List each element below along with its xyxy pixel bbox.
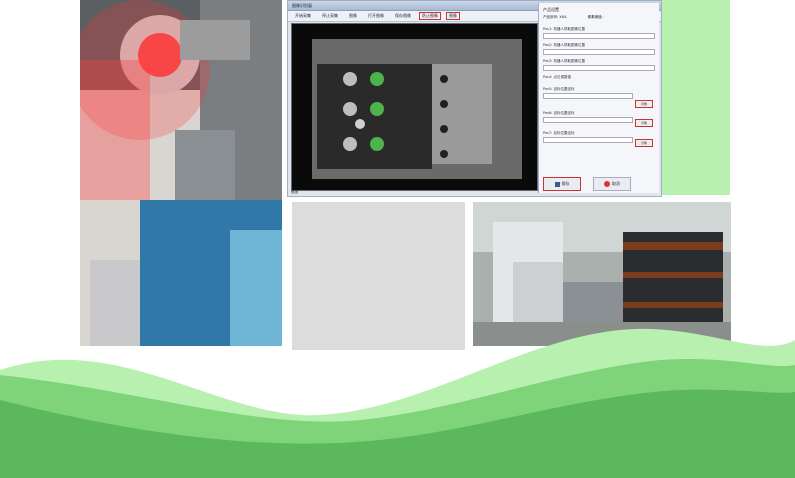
protect-image-button[interactable]: 防止图像 <box>419 12 441 20</box>
machine-photo-art <box>80 0 282 346</box>
product-row: 产品序列: XXA 像素阈值: <box>543 15 603 20</box>
field-pos4: Pos4: 点位调整值 <box>543 75 655 80</box>
field-label: Pos2: 机器人抓取图像位置 <box>543 43 585 47</box>
image-mode-button[interactable]: 图像 <box>446 12 460 20</box>
inspection-app-window: 图像识别窗 开始采集 停止采集 图像 打开图像 保存图像 防止图像 图像 产品设… <box>287 0 662 197</box>
field-label: Pos7: 目标位置坐标 <box>543 131 575 135</box>
camera-image <box>292 24 537 190</box>
save-icon <box>554 181 560 187</box>
save-button[interactable]: 保存 <box>543 177 581 191</box>
field-pos5: Pos5: 目标位置坐标 <box>543 87 655 99</box>
cancel-label: 取消 <box>612 181 620 186</box>
teach-button-3[interactable]: 示教 <box>635 139 653 147</box>
image-button[interactable]: 图像 <box>346 12 360 20</box>
image-viewer[interactable] <box>291 23 538 191</box>
status-bar: 就绪 <box>291 190 298 194</box>
field-label: Pos6: 目标位置坐标 <box>543 111 575 115</box>
field-pos2: Pos2: 机器人抓取图像位置 <box>543 43 655 55</box>
field-label: Pos1: 机器人抓取图像位置 <box>543 27 585 31</box>
teach-button-1[interactable]: 示教 <box>635 100 653 108</box>
field-pos3: Pos3: 机器人抓取图像位置 <box>543 59 655 71</box>
machine-photo <box>80 0 282 346</box>
field-input[interactable] <box>543 137 633 143</box>
field-input[interactable] <box>543 33 655 39</box>
field-label: Pos3: 机器人抓取图像位置 <box>543 59 585 63</box>
green-block <box>662 0 730 195</box>
product-label: 产品序列: <box>543 15 559 19</box>
teach-button-2[interactable]: 示教 <box>635 119 653 127</box>
decorative-waves <box>0 328 795 478</box>
threshold-label: 像素阈值: <box>587 15 603 19</box>
field-input[interactable] <box>543 117 633 123</box>
field-input[interactable] <box>543 49 655 55</box>
window-title: 图像识别窗 <box>292 3 312 8</box>
field-label: Pos5: 目标位置坐标 <box>543 87 575 91</box>
save-image-button[interactable]: 保存图像 <box>392 12 414 20</box>
panel-header: 产品设置 <box>543 7 559 12</box>
open-image-button[interactable]: 打开图像 <box>365 12 387 20</box>
stop-capture-button[interactable]: 停止采集 <box>319 12 341 20</box>
cancel-button[interactable]: 取消 <box>593 177 631 191</box>
save-label: 保存 <box>561 181 570 186</box>
product-value: XXA <box>559 15 567 19</box>
start-capture-button[interactable]: 开始采集 <box>292 12 314 20</box>
field-input[interactable] <box>543 93 633 99</box>
field-pos1: Pos1: 机器人抓取图像位置 <box>543 27 655 39</box>
field-label: Pos4: 点位调整值 <box>543 75 571 79</box>
settings-panel: 产品设置 产品序列: XXA 像素阈值: Pos1: 机器人抓取图像位置 Pos… <box>538 3 659 193</box>
cancel-icon <box>604 181 610 187</box>
field-input[interactable] <box>543 65 655 71</box>
